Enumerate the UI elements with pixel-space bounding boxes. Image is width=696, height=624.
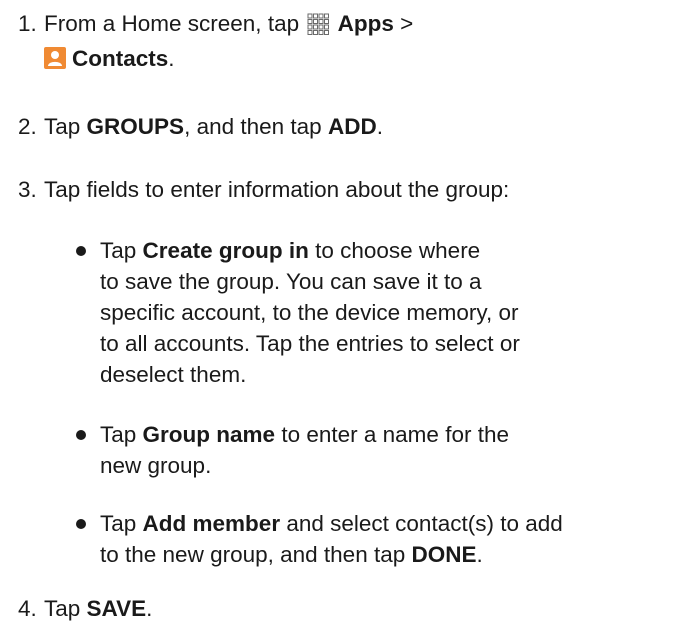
done-label: DONE: [411, 542, 477, 567]
groups-label: GROUPS: [86, 114, 185, 139]
step-text: Tap fields to enter information about th…: [44, 174, 686, 205]
add-member-label: Add member: [142, 511, 281, 536]
step-text: Tap GROUPS, and then tap ADD.: [44, 111, 686, 142]
step-text: From a Home screen, tap Apps > Contacts.: [44, 8, 686, 74]
bullet-text-part: .: [476, 542, 483, 567]
step-1: 1. From a Home screen, tap Apps > Contac…: [18, 8, 686, 74]
bullet-dot: [76, 430, 86, 440]
step-number: 1.: [18, 11, 37, 36]
bullet-text-part: to enter a name for the: [281, 422, 509, 447]
bullet-text-part: to all accounts. Tap the entries to sele…: [100, 331, 520, 356]
bullet-text-part: to the new group, and then tap: [100, 542, 406, 567]
bullet-text-part: new group.: [100, 453, 212, 478]
step-text: Tap SAVE.: [44, 593, 686, 624]
group-name-label: Group name: [142, 422, 276, 447]
bullet-text: Tap Create group in to choose where to s…: [100, 235, 686, 390]
step-2: 2. Tap GROUPS, and then tap ADD.: [18, 111, 686, 142]
bullet-text-part: to save the group. You can save it to a: [100, 269, 482, 294]
bullet-text: Tap Add member and select contact(s) to …: [100, 508, 686, 570]
bullet-create-group-in: Tap Create group in to choose where to s…: [56, 235, 686, 390]
apps-label: Apps: [337, 11, 394, 36]
step-number: 4.: [18, 596, 37, 621]
step-text-part: From a Home screen, tap: [44, 11, 300, 36]
bullet-text-part: deselect them.: [100, 362, 247, 387]
bullet-text-part: Tap: [100, 238, 137, 263]
bullet-text-part: specific account, to the device memory, …: [100, 300, 519, 325]
step-text-part: Tap: [44, 114, 81, 139]
save-label: SAVE: [86, 596, 147, 621]
step-text-part: Tap: [44, 596, 81, 621]
add-label: ADD: [327, 114, 377, 139]
step-text-part: .: [376, 114, 383, 139]
bullet-group-name: Tap Group name to enter a name for the n…: [56, 419, 686, 481]
bullet-dot: [76, 519, 86, 529]
bullet-add-member: Tap Add member and select contact(s) to …: [56, 508, 686, 570]
bullet-text: Tap Group name to enter a name for the n…: [100, 419, 686, 481]
bullet-dot: [76, 246, 86, 256]
bullet-text-part: and select contact(s) to add: [286, 511, 563, 536]
bullet-text-part: Tap: [100, 511, 137, 536]
step-number: 3.: [18, 177, 37, 202]
step-text-part: Tap fields to enter information about th…: [44, 177, 510, 202]
step-text-part: .: [146, 596, 153, 621]
step-text-part: , and then tap: [184, 114, 322, 139]
step-text-part: .: [168, 46, 175, 71]
step-4: 4. Tap SAVE.: [18, 593, 686, 624]
create-group-in-label: Create group in: [142, 238, 309, 263]
contacts-label: Contacts: [72, 46, 169, 71]
apps-grid-icon: [307, 12, 330, 43]
bullet-text-part: Tap: [100, 422, 137, 447]
bullet-text-part: to choose where: [315, 238, 481, 263]
step-number: 2.: [18, 114, 37, 139]
contacts-person-icon: [44, 47, 66, 69]
step-3: 3. Tap fields to enter information about…: [18, 174, 686, 205]
step-text-part: >: [400, 11, 414, 36]
